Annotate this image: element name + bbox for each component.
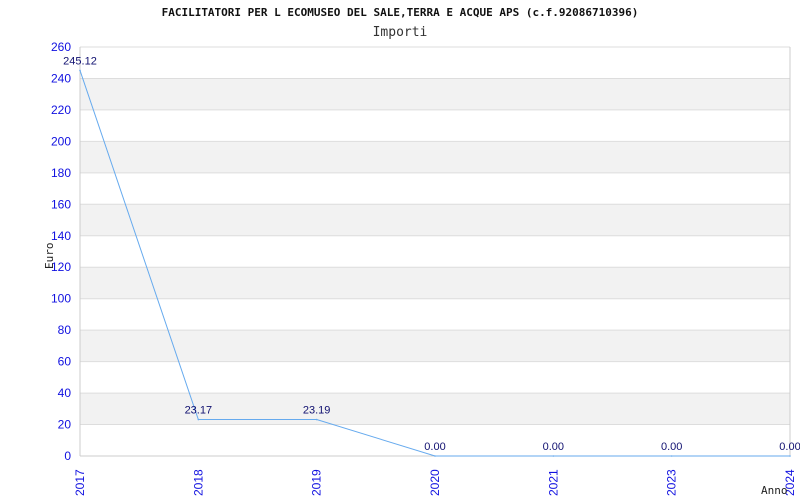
- y-tick-label: 220: [51, 103, 71, 117]
- data-point: [197, 418, 200, 421]
- data-label: 23.19: [303, 405, 331, 417]
- y-tick-label: 60: [58, 355, 72, 369]
- line-chart: 020406080100120140160180200220240260245.…: [43, 40, 800, 497]
- data-label: 0.00: [424, 441, 445, 453]
- x-tick-label: 2018: [191, 469, 205, 496]
- y-tick-label: 20: [58, 418, 72, 432]
- data-label: 245.12: [63, 55, 97, 67]
- x-axis-label: Anno: [761, 484, 788, 497]
- y-tick-label: 200: [51, 134, 71, 148]
- grid-band: [80, 78, 790, 110]
- y-axis-label: Euro: [43, 243, 56, 270]
- y-tick-label: 160: [51, 197, 71, 211]
- data-label: 0.00: [661, 441, 682, 453]
- y-tick-label: 140: [51, 229, 71, 243]
- x-tick-label: 2019: [310, 469, 324, 496]
- y-tick-label: 260: [51, 40, 71, 54]
- data-point: [79, 69, 81, 72]
- y-tick-label: 240: [51, 71, 71, 85]
- x-tick-label: 2021: [546, 469, 560, 496]
- grid-band: [80, 330, 790, 362]
- y-tick-label: 40: [58, 386, 72, 400]
- y-tick-label: 0: [64, 449, 71, 463]
- data-point: [789, 455, 791, 457]
- data-point: [434, 455, 436, 457]
- grid-band: [80, 267, 790, 299]
- x-tick-label: 2020: [428, 469, 442, 496]
- x-tick-label: 2017: [73, 469, 87, 496]
- data-label: 0.00: [779, 441, 800, 453]
- x-tick-label: 2023: [665, 469, 679, 496]
- grid-band: [80, 141, 790, 173]
- y-tick-label: 100: [51, 292, 71, 306]
- data-point: [670, 455, 673, 457]
- grid-band: [80, 204, 790, 236]
- data-point: [552, 455, 555, 457]
- data-label: 23.17: [185, 405, 213, 417]
- data-point: [315, 418, 318, 421]
- y-tick-label: 180: [51, 166, 71, 180]
- data-label: 0.00: [543, 441, 564, 453]
- y-tick-label: 80: [58, 323, 72, 337]
